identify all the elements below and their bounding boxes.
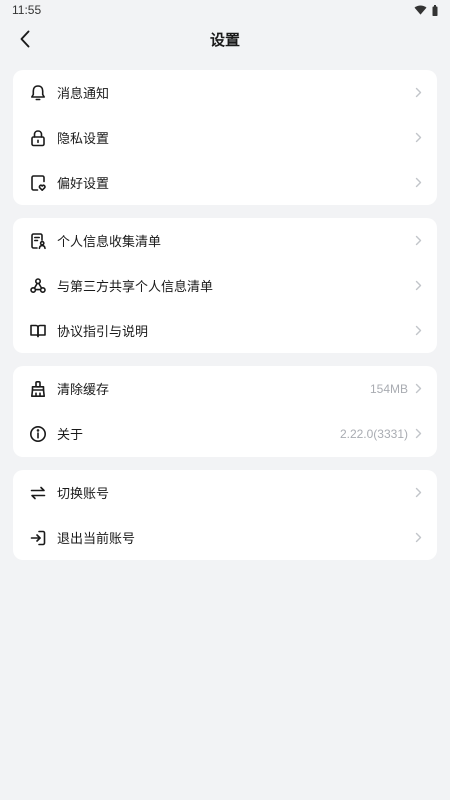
row-logout[interactable]: 退出当前账号: [13, 515, 437, 560]
settings-group-privacy-info: 个人信息收集清单 与第三方共享个人信息清单 协议指引与说明: [13, 218, 437, 353]
back-button[interactable]: [10, 24, 40, 54]
row-label: 协议指引与说明: [57, 325, 149, 340]
chevron-right-icon: [412, 428, 424, 440]
chevron-right-icon: [412, 487, 424, 499]
chevron-right-icon: [412, 532, 424, 544]
lock-icon: [28, 128, 48, 148]
row-notifications[interactable]: 消息通知: [13, 70, 437, 115]
page-title: 设置: [209, 30, 240, 49]
bell-icon: [28, 83, 48, 103]
settings-group-account: 切换账号 退出当前账号: [13, 470, 437, 560]
row-label: 与第三方共享个人信息清单: [57, 280, 214, 295]
row-about[interactable]: 关于 2.22.0(3331): [13, 411, 437, 456]
row-label: 偏好设置: [57, 177, 110, 192]
chevron-right-icon: [412, 177, 424, 189]
row-switch-account[interactable]: 切换账号: [13, 470, 437, 515]
preference-icon: [28, 173, 48, 193]
battery-icon: [432, 4, 438, 16]
status-time: 11:55: [12, 3, 42, 17]
settings-group-notifications: 消息通知 隐私设置 偏好设置: [13, 70, 437, 205]
book-icon: [28, 321, 48, 341]
status-bar: 11:55: [0, 0, 450, 20]
chevron-right-icon: [412, 325, 424, 337]
app-version-value: 2.22.0(3331): [339, 426, 408, 441]
chevron-right-icon: [412, 280, 424, 292]
info-icon: [28, 424, 48, 444]
row-third-party-sharing[interactable]: 与第三方共享个人信息清单: [13, 263, 437, 308]
row-label: 隐私设置: [57, 132, 110, 147]
header: 设置: [0, 20, 450, 58]
logout-icon: [28, 528, 48, 548]
row-privacy[interactable]: 隐私设置: [13, 115, 437, 160]
settings-group-app: 清除缓存 154MB 关于 2.22.0(3331): [13, 366, 437, 457]
broom-icon: [28, 379, 48, 399]
row-label: 清除缓存: [57, 383, 110, 398]
chevron-left-icon: [19, 30, 31, 48]
personal-info-list-icon: [28, 231, 48, 251]
row-agreements[interactable]: 协议指引与说明: [13, 308, 437, 353]
row-label: 切换账号: [57, 487, 110, 502]
row-label: 消息通知: [57, 87, 110, 102]
row-preferences[interactable]: 偏好设置: [13, 160, 437, 205]
chevron-right-icon: [412, 87, 424, 99]
share-icon: [28, 276, 48, 296]
row-label: 关于: [57, 428, 84, 443]
chevron-right-icon: [412, 383, 424, 395]
wifi-icon: [414, 5, 427, 15]
cache-size-value: 154MB: [369, 381, 408, 396]
row-clear-cache[interactable]: 清除缓存 154MB: [13, 366, 437, 411]
row-label: 个人信息收集清单: [57, 235, 162, 250]
switch-icon: [28, 483, 48, 503]
row-label: 退出当前账号: [57, 532, 136, 547]
chevron-right-icon: [412, 132, 424, 144]
status-icons: [414, 4, 438, 16]
row-personal-info-list[interactable]: 个人信息收集清单: [13, 218, 437, 263]
chevron-right-icon: [412, 235, 424, 247]
